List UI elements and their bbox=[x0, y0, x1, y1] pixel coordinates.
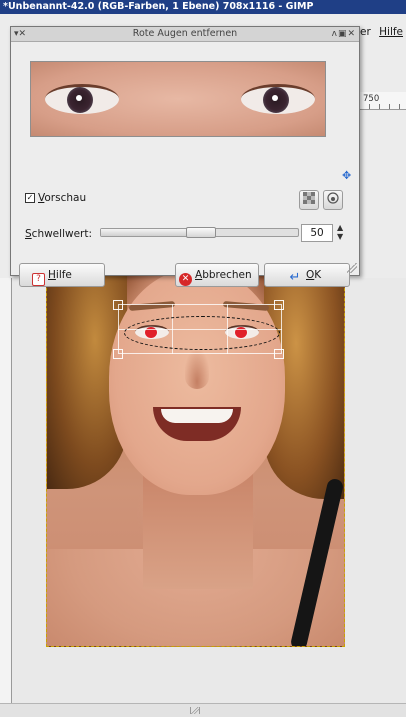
ok-button-label: OK bbox=[306, 269, 322, 281]
ruler-tick bbox=[389, 104, 390, 109]
threshold-mnemonic: S bbox=[25, 228, 32, 240]
ruler-tick bbox=[399, 104, 400, 109]
checkerboard-button[interactable] bbox=[299, 190, 319, 210]
contrast-icon bbox=[327, 192, 339, 204]
help-button-label: Hilfe bbox=[48, 269, 72, 281]
dialog-menu-controls[interactable]: ▾✕ bbox=[14, 27, 26, 41]
selection-handle[interactable] bbox=[274, 349, 284, 359]
preview-glint bbox=[76, 95, 82, 101]
dialog-titlebar[interactable]: ▾✕ Rote Augen entfernen ʌ▣✕ bbox=[11, 27, 359, 42]
preview-checkbox-row[interactable]: ✓ Vorschau bbox=[25, 192, 86, 204]
nose bbox=[185, 351, 209, 389]
threshold-label-text: chwellwert: bbox=[31, 228, 93, 240]
cancel-icon: ✕ bbox=[179, 273, 192, 286]
preview-checkbox[interactable]: ✓ bbox=[25, 193, 35, 203]
preview-checkbox-label: orschau bbox=[44, 192, 87, 204]
ruler-tick bbox=[379, 104, 380, 109]
move-icon[interactable]: ✥ bbox=[342, 169, 351, 182]
cancel-button-label: Abbrechen bbox=[195, 269, 252, 281]
preview-iris-left bbox=[67, 87, 93, 113]
ok-icon: ↵ bbox=[289, 270, 301, 285]
dialog-title: Rote Augen entfernen bbox=[132, 28, 238, 39]
preview-eye-right bbox=[241, 84, 315, 114]
selection-handle[interactable] bbox=[113, 300, 123, 310]
threshold-slider[interactable] bbox=[100, 227, 299, 238]
preview-eye-left bbox=[45, 84, 119, 114]
menu-item-partial[interactable]: er bbox=[360, 26, 371, 38]
ruler-top-label: 750 bbox=[363, 94, 380, 104]
statusbar bbox=[0, 703, 406, 717]
pane-grip[interactable] bbox=[190, 707, 200, 714]
ruler-left bbox=[0, 278, 12, 703]
threshold-slider-thumb[interactable] bbox=[186, 227, 216, 238]
selection-handle[interactable] bbox=[274, 300, 284, 310]
preview-area[interactable] bbox=[30, 61, 326, 137]
threshold-spinbox[interactable]: 50 bbox=[301, 224, 333, 242]
selection-ellipse[interactable] bbox=[124, 316, 280, 350]
selection-handle[interactable] bbox=[113, 349, 123, 359]
menubar: er Hilfe bbox=[360, 14, 406, 44]
resize-grip[interactable] bbox=[347, 263, 357, 273]
teeth bbox=[161, 409, 233, 423]
checkerboard-icon bbox=[303, 192, 315, 204]
preview-iris-right bbox=[263, 87, 289, 113]
help-button[interactable]: ? Hilfe bbox=[19, 263, 105, 287]
preview-toggle-button[interactable] bbox=[323, 190, 343, 210]
ok-button[interactable]: ↵ OK bbox=[264, 263, 350, 287]
red-eye-dialog: ▾✕ Rote Augen entfernen ʌ▣✕ ✥ ✓ Vorschau … bbox=[10, 26, 360, 287]
ruler-tick bbox=[369, 104, 370, 109]
ruler-top: 750 bbox=[355, 92, 406, 110]
preview-glint bbox=[272, 95, 278, 101]
window-title: *Unbenannt-42.0 (RGB-Farben, 1 Ebene) 70… bbox=[0, 0, 406, 14]
dialog-window-controls[interactable]: ʌ▣✕ bbox=[332, 27, 356, 41]
threshold-label: Schwellwert: bbox=[25, 228, 92, 240]
cancel-button[interactable]: ✕ Abbrechen bbox=[175, 263, 259, 287]
help-icon: ? bbox=[32, 273, 45, 286]
menu-item-help[interactable]: Hilfe bbox=[379, 26, 403, 38]
threshold-spin-arrows[interactable]: ▲ ▼ bbox=[337, 223, 343, 241]
